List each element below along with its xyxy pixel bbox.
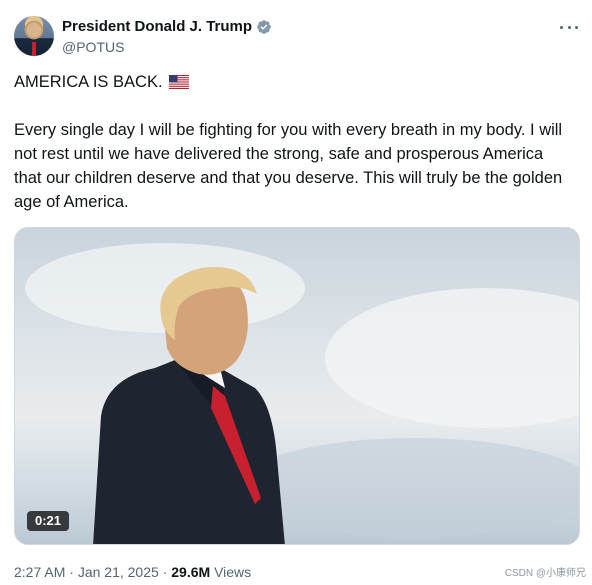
- meta-separator: ·: [69, 564, 74, 580]
- more-options-icon[interactable]: [560, 20, 578, 34]
- avatar[interactable]: [14, 16, 54, 56]
- post-time[interactable]: 2:27 AM: [14, 564, 65, 580]
- author-display-name[interactable]: President Donald J. Trump: [62, 17, 252, 37]
- video-thumbnail: [25, 243, 579, 544]
- post-date[interactable]: Jan 21, 2025: [78, 564, 159, 580]
- video-duration-badge: 0:21: [27, 511, 70, 531]
- tweet-headline-text: AMERICA IS BACK.: [14, 73, 163, 91]
- tweet-headline: AMERICA IS BACK.: [14, 70, 574, 94]
- views-count: 29.6M: [171, 564, 211, 580]
- author-name-row: President Donald J. Trump: [62, 17, 272, 37]
- tweet-header: President Donald J. Trump @POTUS: [14, 16, 580, 58]
- tweet-metadata: 2:27 AM · Jan 21, 2025 · 29.6M Views: [14, 563, 251, 581]
- views-label: Views: [214, 564, 252, 580]
- verified-badge-icon: [257, 20, 271, 34]
- author-handle[interactable]: @POTUS: [62, 38, 124, 56]
- watermark: CSDN @小康师兄: [504, 568, 586, 579]
- tweet-body: Every single day I will be fighting for …: [14, 121, 563, 211]
- meta-separator: ·: [162, 564, 168, 580]
- us-flag-emoji: [169, 75, 190, 89]
- video-player[interactable]: 0:21: [14, 227, 580, 545]
